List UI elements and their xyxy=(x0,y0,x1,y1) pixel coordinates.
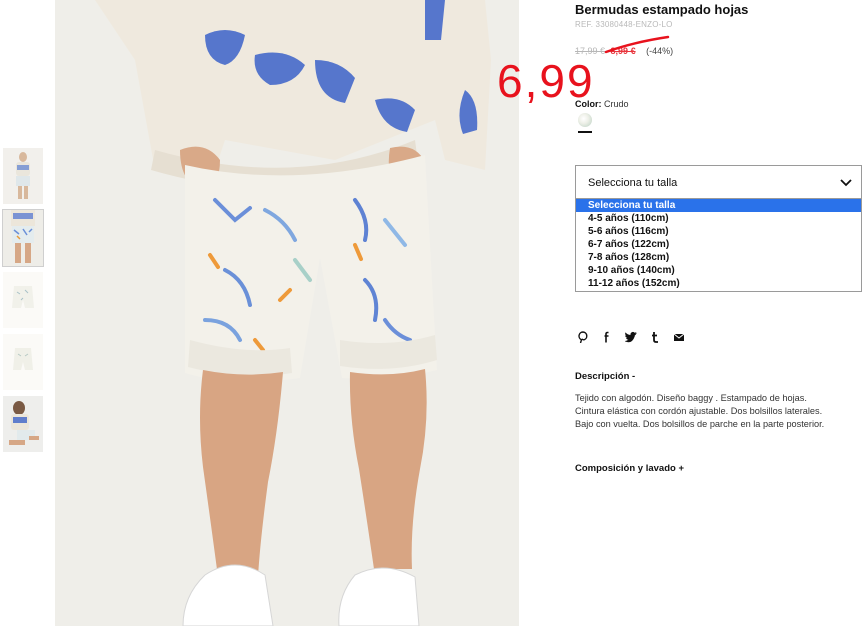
size-option[interactable]: Selecciona tu talla xyxy=(576,199,861,212)
pinterest-icon[interactable] xyxy=(575,329,591,345)
color-swatch-crudo[interactable] xyxy=(578,113,592,127)
product-reference: REF. 33080448-ENZO-LO xyxy=(575,20,673,29)
product-title: Bermudas estampado hojas xyxy=(575,2,749,17)
thumbnail-2[interactable] xyxy=(2,209,44,267)
color-value: Crudo xyxy=(604,99,629,109)
thumbnail-3[interactable] xyxy=(3,272,43,328)
thumbnail-1-image xyxy=(3,148,43,204)
share-bar xyxy=(575,329,695,345)
thumbnail-1[interactable] xyxy=(3,148,43,204)
facebook-icon[interactable] xyxy=(599,329,615,345)
thumbnail-4[interactable] xyxy=(3,334,43,390)
description-line: Tejido con algodón. Diseño baggy . Estam… xyxy=(575,393,807,403)
product-photo-illustration xyxy=(55,0,519,626)
description-text: Tejido con algodón. Diseño baggy . Estam… xyxy=(575,392,862,431)
swatch-selected-indicator xyxy=(578,131,592,133)
size-option[interactable]: 6-7 años (122cm) xyxy=(576,238,861,251)
chevron-down-icon xyxy=(840,179,852,187)
size-option[interactable]: 11-12 años (152cm) xyxy=(576,277,861,290)
description-toggle[interactable]: Descripción - xyxy=(575,371,635,382)
description-line: Cintura elástica con cordón ajustable. D… xyxy=(575,406,823,416)
size-options-list: Selecciona tu talla 4-5 años (110cm) 5-6… xyxy=(575,199,862,292)
size-select-label: Selecciona tu talla xyxy=(588,177,678,189)
price-strike-annotation xyxy=(604,35,670,54)
size-select[interactable]: Selecciona tu talla xyxy=(575,165,862,199)
size-option[interactable]: 4-5 años (110cm) xyxy=(576,212,861,225)
color-row: Color: Crudo xyxy=(575,99,629,109)
composition-toggle[interactable]: Composición y lavado + xyxy=(575,463,684,474)
thumbnail-3-image xyxy=(3,272,43,328)
thumbnail-4-image xyxy=(3,334,43,390)
tumblr-icon[interactable] xyxy=(647,329,663,345)
size-option[interactable]: 9-10 años (140cm) xyxy=(576,264,861,277)
thumbnail-2-image xyxy=(3,210,43,266)
product-main-image xyxy=(55,0,519,626)
size-option[interactable]: 7-8 años (128cm) xyxy=(576,251,861,264)
thumbnail-5-image xyxy=(3,396,43,452)
thumbnail-5[interactable] xyxy=(3,396,43,452)
thumbnail-list xyxy=(2,148,44,458)
size-option[interactable]: 5-6 años (116cm) xyxy=(576,225,861,238)
email-icon[interactable] xyxy=(671,329,687,345)
color-label: Color: xyxy=(575,99,602,109)
twitter-icon[interactable] xyxy=(623,329,639,345)
description-line: Bajo con vuelta. Dos bolsillos de parche… xyxy=(575,419,825,429)
